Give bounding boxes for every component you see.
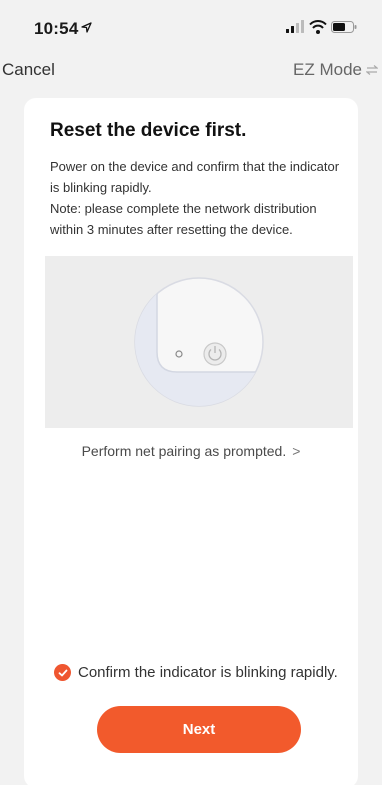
status-time: 10:54 <box>34 18 93 39</box>
ez-mode-label: EZ Mode <box>293 60 362 79</box>
net-pairing-link[interactable]: Perform net pairing as prompted. > <box>24 443 358 459</box>
next-button[interactable]: Next <box>97 706 301 753</box>
time-text: 10:54 <box>34 19 79 38</box>
instruction-text: Power on the device and confirm that the… <box>50 159 340 195</box>
wifi-icon <box>309 20 327 34</box>
nav-bar: Cancel EZ Mode <box>0 52 382 88</box>
page-title: Reset the device first. <box>50 120 247 141</box>
note-text: Note: please complete the network distri… <box>50 201 317 237</box>
status-icons <box>286 19 358 35</box>
cancel-button[interactable]: Cancel <box>2 60 55 80</box>
screen: 10:54 Cancel EZ Mode Reset the device fi… <box>0 0 382 785</box>
status-bar: 10:54 <box>0 0 382 44</box>
swap-arrows-icon <box>365 62 379 78</box>
confirm-label: Confirm the indicator is blinking rapidl… <box>78 664 338 681</box>
location-arrow-icon <box>81 18 93 38</box>
cellular-signal-icon <box>286 20 304 33</box>
battery-icon <box>331 21 357 33</box>
instructions: Power on the device and confirm that the… <box>50 156 350 240</box>
checkmark-icon <box>54 664 71 681</box>
ez-mode-button[interactable]: EZ Mode <box>293 60 379 80</box>
device-illustration <box>45 256 353 428</box>
net-pairing-label: Perform net pairing as prompted. <box>81 443 287 459</box>
power-button-icon <box>203 342 227 366</box>
confirm-indicator-checkbox[interactable]: Confirm the indicator is blinking rapidl… <box>54 664 338 681</box>
chevron-right-icon: > <box>292 443 301 459</box>
content-card: Reset the device first. Power on the dev… <box>24 98 358 785</box>
